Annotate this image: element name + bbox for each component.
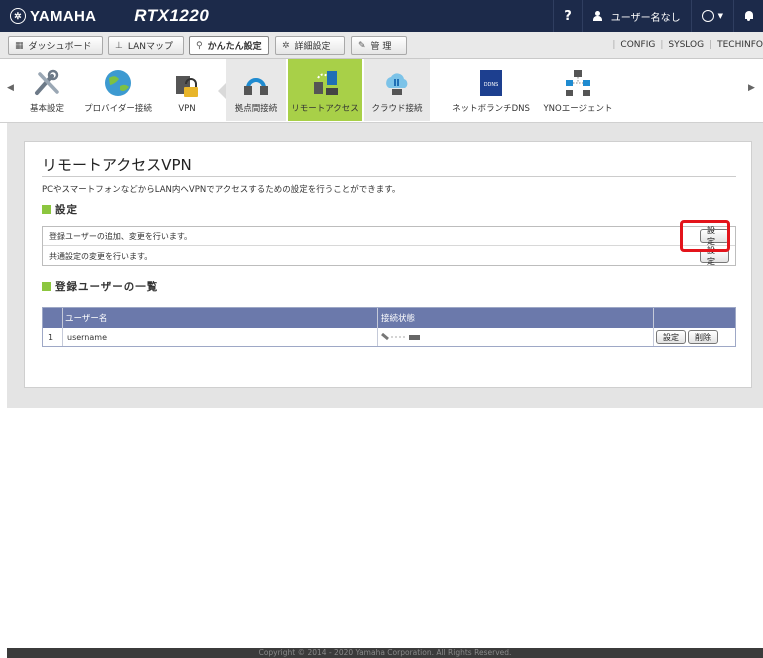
gear-icon: ✲ bbox=[282, 40, 290, 51]
section-marker-icon bbox=[42, 205, 51, 214]
tool-vpn[interactable]: VPN bbox=[166, 59, 208, 121]
user-edit-button[interactable]: 設定 bbox=[656, 330, 686, 344]
scroll-right-icon[interactable]: ▶ bbox=[748, 83, 755, 93]
table-header: ユーザー名 接続状態 bbox=[43, 308, 735, 328]
user-table: ユーザー名 接続状態 1 username 設定 削除 bbox=[42, 307, 736, 347]
yamaha-logo-icon: ✲ bbox=[10, 8, 26, 24]
menu-advanced[interactable]: ✲ 詳細設定 bbox=[275, 36, 345, 55]
content-panel: リモートアクセスVPN PCやスマートフォンなどからLAN内へVPNでアクセスす… bbox=[24, 141, 752, 388]
syslog-link[interactable]: SYSLOG bbox=[668, 40, 704, 50]
main-menu: ▦ ダッシュボード ⊥ LANマップ ⚲ かんたん設定 ✲ 詳細設定 ✎ 管 理… bbox=[0, 32, 763, 59]
user-menu[interactable]: ユーザー名なし bbox=[581, 0, 691, 32]
connection-status-icon bbox=[381, 328, 421, 346]
column-divider bbox=[653, 308, 654, 346]
page-description: PCやスマートフォンなどからLAN内へVPNでアクセスするための設定を行うことが… bbox=[42, 185, 401, 195]
config-link[interactable]: CONFIG bbox=[620, 40, 655, 50]
tool-vpn-label: VPN bbox=[178, 104, 196, 114]
user-delete-button[interactable]: 削除 bbox=[688, 330, 718, 344]
brand-logo: ✲ YAMAHA bbox=[0, 8, 96, 25]
settings-heading-label: 設定 bbox=[55, 204, 78, 216]
menu-lanmap[interactable]: ⊥ LANマップ bbox=[108, 36, 184, 55]
tool-provider-label: プロバイダー接続 bbox=[84, 104, 152, 114]
menu-dashboard[interactable]: ▦ ダッシュボード bbox=[8, 36, 103, 55]
tool-yno-agent-label: YNOエージェント bbox=[543, 104, 613, 114]
settings-row-common: 共通設定の変更を行います。 設定 bbox=[43, 246, 735, 266]
row-username: username bbox=[67, 332, 107, 342]
settings-row-users-text: 登録ユーザーの追加、変更を行います。 bbox=[49, 231, 193, 241]
menu-advanced-label: 詳細設定 bbox=[294, 42, 331, 52]
tool-basic-settings-label: 基本設定 bbox=[29, 104, 64, 114]
tool-site-to-site[interactable]: 拠点間接続 bbox=[226, 59, 286, 121]
tool-yno-agent[interactable]: YNOエージェント bbox=[540, 59, 616, 121]
column-status: 接続状態 bbox=[381, 314, 416, 324]
tool-remote-access[interactable]: リモートアクセス bbox=[288, 59, 362, 121]
settings-box: 登録ユーザーの追加、変更を行います。 設定 共通設定の変更を行います。 設定 bbox=[42, 226, 736, 266]
help-button[interactable]: ? bbox=[553, 0, 582, 32]
users-heading: 登録ユーザーの一覧 bbox=[42, 279, 158, 294]
user-name: ユーザー名なし bbox=[610, 12, 681, 24]
wrench-icon: ✎ bbox=[358, 40, 366, 51]
menu-easy-setup-label: かんたん設定 bbox=[207, 42, 262, 52]
settings-row-users: 登録ユーザーの追加、変更を行います。 設定 bbox=[43, 226, 735, 246]
users-heading-label: 登録ユーザーの一覧 bbox=[55, 281, 159, 293]
settings-row-common-text: 共通設定の変更を行います。 bbox=[49, 252, 153, 261]
header-links: | CONFIG | SYSLOG | TECHINFO bbox=[612, 40, 763, 50]
group-divider bbox=[218, 83, 226, 99]
dashboard-icon: ▦ bbox=[15, 40, 24, 51]
notification-button[interactable] bbox=[733, 0, 763, 32]
tool-cloud[interactable]: クラウド接続 bbox=[364, 59, 430, 121]
column-divider bbox=[377, 308, 378, 346]
column-divider bbox=[62, 308, 63, 346]
menu-lanmap-label: LANマップ bbox=[127, 42, 173, 52]
model-name: RTX1220 bbox=[134, 6, 210, 25]
settings-heading: 設定 bbox=[42, 202, 78, 217]
svg-text:DDNS: DDNS bbox=[484, 82, 499, 88]
row-index: 1 bbox=[48, 332, 54, 342]
page-title: リモートアクセスVPN bbox=[42, 156, 192, 174]
lanmap-icon: ⊥ bbox=[115, 40, 123, 51]
setup-toolbar: ◀ 基本設定 プロバイダー接続 VPN 拠点間接続 リモートアクセス クラウド接… bbox=[0, 59, 763, 123]
menu-dashboard-label: ダッシュボード bbox=[28, 42, 92, 52]
wizard-icon: ⚲ bbox=[196, 40, 203, 51]
menu-manage[interactable]: ✎ 管 理 bbox=[351, 36, 407, 55]
tool-site-to-site-label: 拠点間接続 bbox=[234, 104, 278, 114]
tool-netvolante-dns[interactable]: DDNS ネットボランチDNS bbox=[450, 59, 532, 121]
techinfo-link[interactable]: TECHINFO bbox=[717, 40, 763, 50]
tools-icon bbox=[32, 68, 62, 98]
menu-manage-label: 管 理 bbox=[370, 42, 392, 52]
status-menu[interactable]: ▼ bbox=[690, 0, 733, 32]
dns-service-icon: DDNS bbox=[476, 68, 506, 98]
table-row: 1 username 設定 削除 bbox=[43, 328, 735, 346]
title-divider bbox=[42, 176, 736, 177]
tool-remote-access-label: リモートアクセス bbox=[291, 104, 359, 114]
row-actions: 設定 削除 bbox=[656, 328, 718, 346]
network-agent-icon bbox=[563, 68, 593, 98]
site-link-icon bbox=[241, 68, 271, 98]
menu-easy-setup[interactable]: ⚲ かんたん設定 bbox=[189, 36, 269, 55]
vpn-lock-icon bbox=[172, 70, 202, 100]
highlight-frame bbox=[680, 220, 730, 252]
section-marker-icon bbox=[42, 282, 51, 291]
tool-basic-settings[interactable]: 基本設定 bbox=[28, 59, 66, 121]
scroll-left-icon[interactable]: ◀ bbox=[7, 83, 14, 93]
bell-icon bbox=[744, 10, 753, 22]
brand-name: YAMAHA bbox=[30, 7, 97, 25]
footer: Copyright © 2014 - 2020 Yamaha Corporati… bbox=[7, 648, 763, 658]
status-circle-icon bbox=[701, 10, 714, 22]
tool-provider[interactable]: プロバイダー接続 bbox=[82, 59, 154, 121]
globe-icon bbox=[103, 68, 133, 98]
tool-netvolante-dns-label: ネットボランチDNS bbox=[452, 104, 530, 114]
user-icon bbox=[592, 11, 602, 21]
remote-access-icon bbox=[310, 68, 340, 98]
tool-cloud-label: クラウド接続 bbox=[371, 104, 423, 114]
top-bar: ✲ YAMAHA RTX1220 ? ユーザー名なし ▼ bbox=[0, 0, 763, 32]
cloud-icon bbox=[382, 68, 412, 98]
column-username: ユーザー名 bbox=[65, 314, 108, 324]
chevron-down-icon: ▼ bbox=[717, 12, 723, 20]
